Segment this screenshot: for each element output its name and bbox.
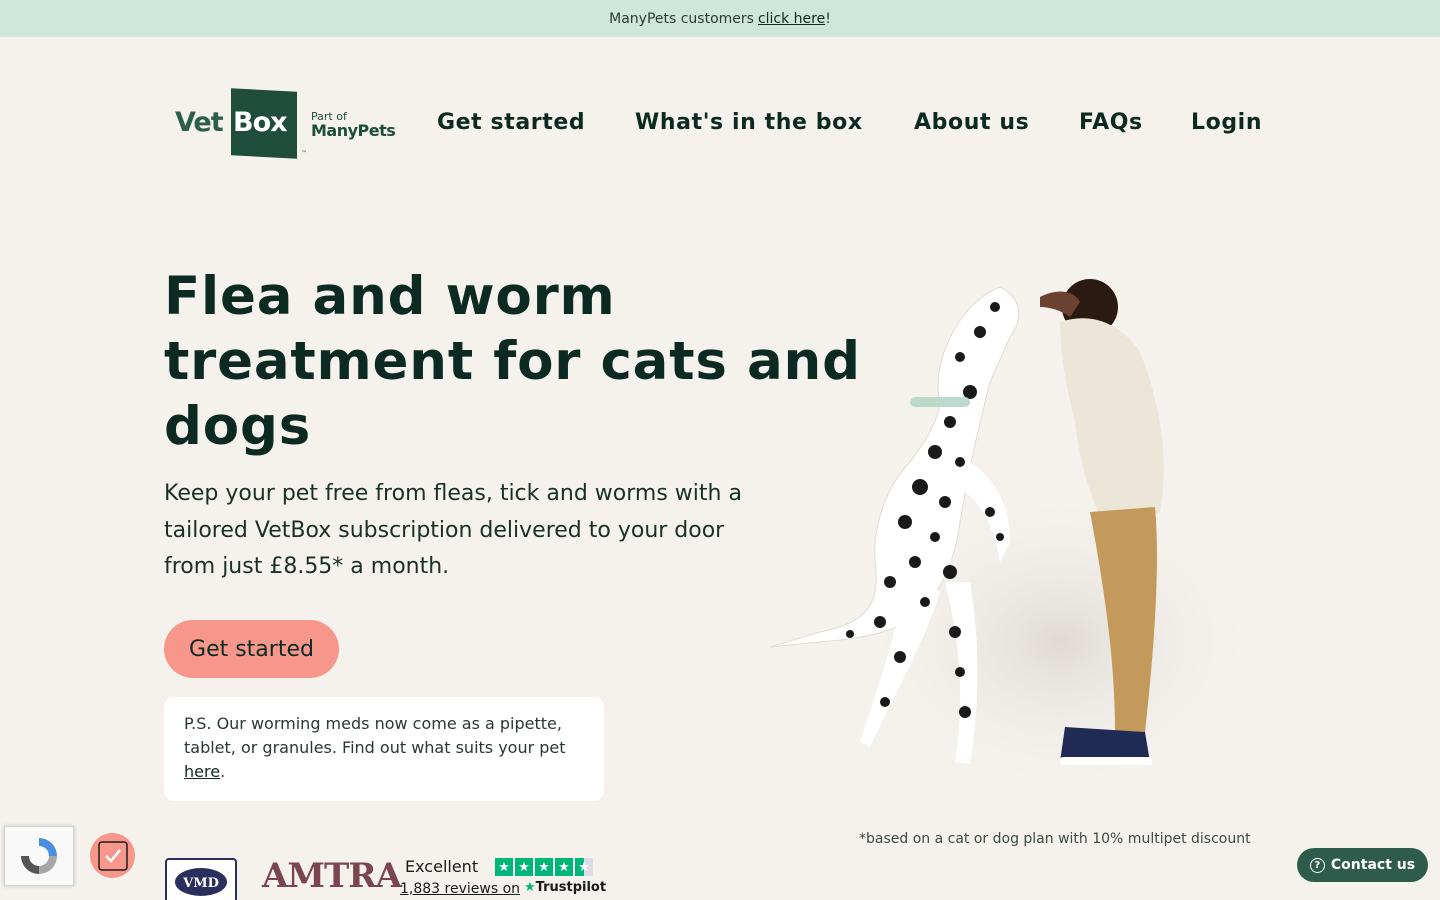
contact-us-button[interactable]: ? Contact us: [1297, 848, 1428, 882]
recaptcha-badge[interactable]: [4, 826, 74, 886]
star-icon: ★: [555, 858, 573, 876]
price-disclaimer: *based on a cat or dog plan with 10% mul…: [859, 831, 1251, 847]
trustpilot-star-icon: ★: [524, 880, 536, 895]
svg-text:VMD: VMD: [182, 876, 219, 891]
get-started-button[interactable]: Get started: [164, 620, 339, 678]
banner-suffix: !: [825, 10, 831, 27]
accessibility-badge-icon[interactable]: [90, 833, 135, 878]
logo-vet: Vet: [175, 107, 224, 138]
logo-box: Box: [233, 107, 288, 138]
hero-dog-boy-image: [769, 279, 1260, 792]
ps-card: P.S. Our worming meds now come as a pipe…: [164, 697, 604, 801]
top-banner: ManyPets customers click here !: [0, 0, 1440, 37]
nav-about-us[interactable]: About us: [914, 110, 1029, 135]
star-icon: ★: [515, 858, 533, 876]
trustpilot-logo: ★Trustpilot: [524, 880, 607, 895]
logo-trademark: ™: [301, 150, 307, 157]
banner-text: ManyPets customers: [609, 10, 754, 27]
nav-login[interactable]: Login: [1191, 110, 1262, 135]
contact-us-label: Contact us: [1330, 857, 1416, 873]
ps-here-link[interactable]: here: [184, 762, 220, 781]
banner-link[interactable]: click here: [758, 11, 825, 27]
trustpilot-stars: ★ ★ ★ ★ ★: [495, 858, 593, 876]
vetbox-logo[interactable]: Vet Box ™ Part of ManyPets: [175, 88, 400, 160]
help-icon: ?: [1309, 857, 1325, 873]
vmd-accredited-badge: VMD: [165, 858, 237, 900]
trustpilot-rating-label: Excellent: [405, 857, 479, 876]
star-icon: ★: [495, 858, 513, 876]
nav-get-started[interactable]: Get started: [437, 110, 585, 135]
trustpilot-reviews-link[interactable]: 1,883 reviews on: [400, 881, 520, 897]
star-icon: ★: [535, 858, 553, 876]
recaptcha-icon: [21, 838, 57, 874]
logo-manypets: ManyPets: [311, 121, 396, 140]
amtra-logo: AMTRA: [262, 856, 402, 896]
hero-title: Flea and worm treatment for cats and dog…: [164, 266, 861, 457]
star-icon: ★: [575, 858, 593, 876]
ps-suffix: .: [220, 762, 226, 781]
nav-faqs[interactable]: FAQs: [1079, 110, 1143, 135]
hero-lead: Keep your pet free from fleas, tick and …: [164, 481, 742, 579]
ps-text: P.S. Our worming meds now come as a pipe…: [184, 714, 566, 757]
nav-whats-in-the-box[interactable]: What's in the box: [635, 110, 863, 135]
